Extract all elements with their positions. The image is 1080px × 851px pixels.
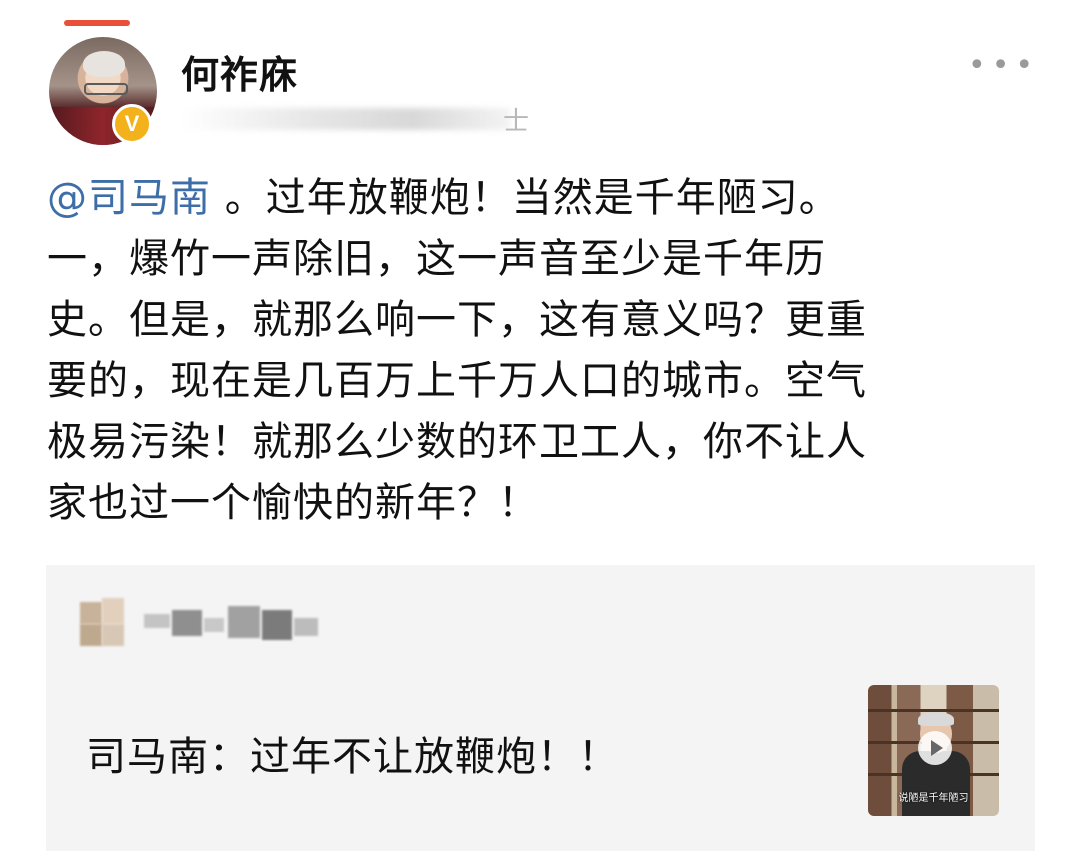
post-line: 要的，现在是几百万上千万人口的城市。空气: [47, 358, 867, 404]
more-dots-icon[interactable]: •••: [968, 51, 1039, 81]
post-line: 家也过一个愉快的新年？！: [47, 480, 539, 526]
post-body: @司马南 。过年放鞭炮！当然是千年陋习。 一，爆竹一声除旧，这一声音至少是千年历…: [47, 168, 1027, 534]
avatar-glasses: [84, 83, 128, 95]
video-caption: 说陋是千年陋习: [898, 793, 969, 804]
author-meta-tail: 士: [503, 107, 530, 137]
repost-card[interactable]: 司马南：过年不让放鞭炮！！ 说陋是千年陋习: [46, 565, 1035, 851]
post-line-text: 。过年放鞭炮！当然是千年陋习。: [211, 175, 840, 221]
post-line: @司马南 。过年放鞭炮！当然是千年陋习。: [47, 168, 1027, 229]
author-meta-blurred: [181, 108, 511, 130]
top-accent-bar: [64, 20, 130, 26]
post-line: 史。但是，就那么响一下，这有意义吗？更重: [47, 297, 867, 343]
post-line: 极易污染！就那么少数的环卫工人，你不让人: [47, 419, 867, 465]
repost-user-blurred: [80, 598, 320, 650]
avatar-hair: [83, 51, 125, 77]
repost-text[interactable]: 司马南：过年不让放鞭炮！！: [86, 724, 619, 782]
mention-link[interactable]: @司马南: [47, 175, 211, 221]
verified-badge-icon: V: [112, 104, 152, 144]
play-icon[interactable]: [918, 731, 952, 765]
person-hair: [918, 712, 954, 726]
video-thumbnail[interactable]: 说陋是千年陋习: [868, 685, 999, 816]
post-line: 一，爆竹一声除旧，这一声音至少是千年历: [47, 236, 826, 282]
author-name[interactable]: 何祚庥: [181, 44, 298, 99]
